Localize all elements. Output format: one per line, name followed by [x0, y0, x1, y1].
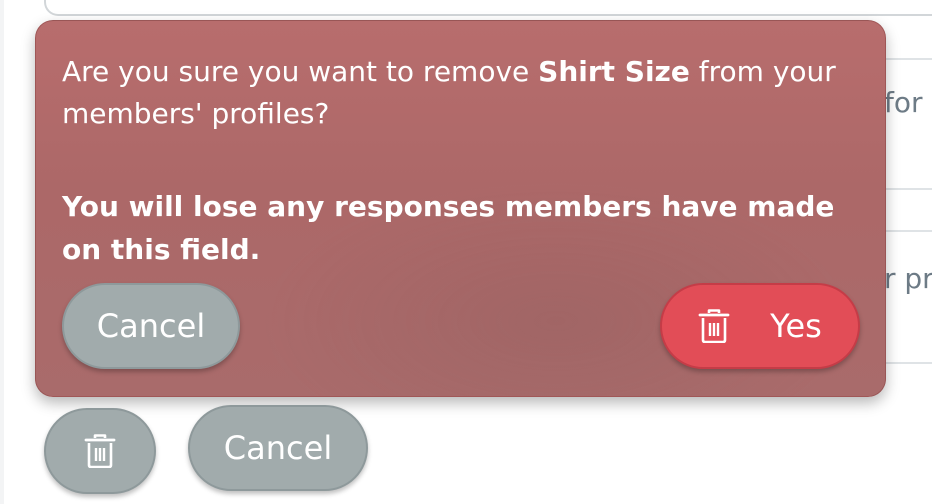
- cancel-edit-button[interactable]: Cancel: [188, 405, 368, 491]
- cancel-label: Cancel: [96, 307, 206, 345]
- divider-line: [880, 230, 932, 232]
- popover-cancel-button[interactable]: Cancel: [62, 283, 240, 369]
- field-card-above: [44, 0, 932, 16]
- divider-line: [880, 362, 932, 364]
- remove-field-confirm-popover: Are you sure you want to remove Shirt Si…: [35, 20, 886, 397]
- background-text-1: for y: [884, 86, 932, 119]
- delete-field-button[interactable]: [44, 408, 156, 494]
- confirm-message: Are you sure you want to remove Shirt Si…: [62, 51, 842, 135]
- yes-label: Yes: [770, 307, 822, 345]
- confirm-yes-button[interactable]: Yes: [660, 283, 860, 369]
- page-edge: [0, 0, 4, 504]
- divider-line: [880, 58, 932, 60]
- background-text-2: r pr: [884, 262, 932, 295]
- message-prefix: Are you sure you want to remove: [62, 55, 539, 88]
- field-name: Shirt Size: [538, 55, 690, 88]
- cancel-label: Cancel: [223, 429, 333, 467]
- trash-icon: [698, 309, 730, 343]
- warning-message: You will lose any responses members have…: [62, 190, 835, 266]
- trash-icon: [84, 434, 116, 468]
- divider-line: [880, 188, 932, 190]
